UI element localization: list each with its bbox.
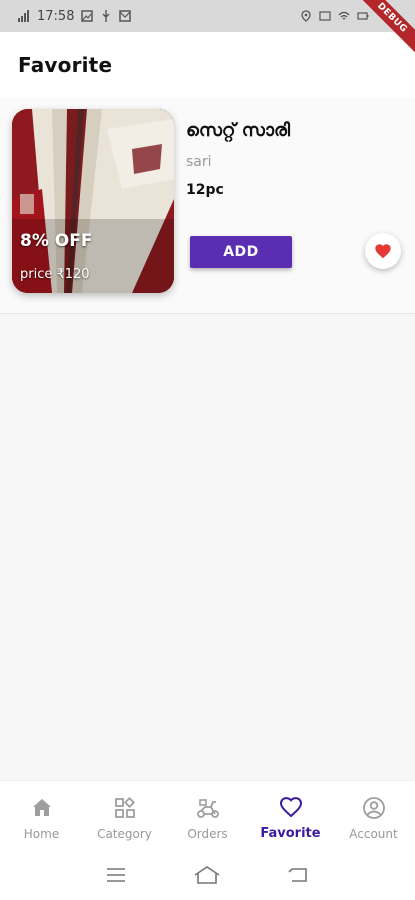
sari-photo (12, 109, 174, 293)
nav-label-orders: Orders (187, 826, 228, 841)
price-label: price ₹120 (20, 267, 90, 282)
page-title: Favorite (18, 53, 113, 77)
status-left: 17:58 (18, 8, 132, 24)
gallery-notification-icon (81, 10, 94, 22)
status-right (300, 10, 369, 22)
nav-item-account[interactable]: Account (332, 781, 415, 850)
product-name: സെറ്റ് സാരി (186, 120, 291, 141)
product-quantity: 12pc (186, 182, 224, 198)
app-bar: Favorite (0, 32, 415, 98)
status-time: 17:58 (37, 8, 75, 24)
delivery-scooter-icon (195, 795, 221, 821)
nav-item-home[interactable]: Home (0, 781, 83, 850)
heart-filled-icon (375, 244, 391, 259)
add-button[interactable]: ADD (190, 236, 292, 268)
product-image[interactable]: 8% OFF price ₹120 (12, 109, 174, 293)
signal-icon (18, 10, 29, 22)
recent-apps-button[interactable] (101, 864, 131, 886)
nav-item-orders[interactable]: Orders (166, 781, 249, 850)
bottom-navigation: Home Category Orders Favorite Account (0, 780, 415, 850)
wifi-icon (338, 11, 350, 20)
product-category: sari (186, 154, 212, 170)
nav-item-favorite[interactable]: Favorite (249, 781, 332, 850)
favorites-list[interactable]: 8% OFF price ₹120 സെറ്റ് സാരി sari 12pc … (0, 98, 415, 780)
category-icon (112, 795, 138, 821)
menu-lines-icon (106, 868, 125, 882)
status-bar: 17:58 DEBUG (0, 0, 415, 56)
usb-icon (102, 10, 110, 22)
network-icon (319, 11, 331, 21)
location-icon (301, 10, 311, 22)
message-notification-icon (119, 10, 132, 22)
favorite-item[interactable]: 8% OFF price ₹120 സെറ്റ് സാരി sari 12pc … (0, 98, 415, 314)
nav-label-account: Account (349, 826, 398, 841)
back-system-button[interactable] (284, 864, 314, 886)
battery-icon (357, 12, 369, 20)
remove-favorite-button[interactable] (365, 233, 401, 269)
nav-label-category: Category (97, 826, 152, 841)
back-icon (288, 868, 307, 882)
heart-outline-icon (278, 794, 304, 820)
nav-item-category[interactable]: Category (83, 781, 166, 850)
home-system-button[interactable] (192, 864, 222, 886)
system-navigation-bar (0, 850, 415, 900)
nav-label-home: Home (23, 826, 60, 841)
home-outline-icon (195, 866, 220, 884)
home-icon (29, 795, 55, 821)
account-circle-icon (361, 795, 387, 821)
discount-label: 8% OFF (20, 231, 93, 251)
nav-label-favorite: Favorite (260, 826, 321, 841)
